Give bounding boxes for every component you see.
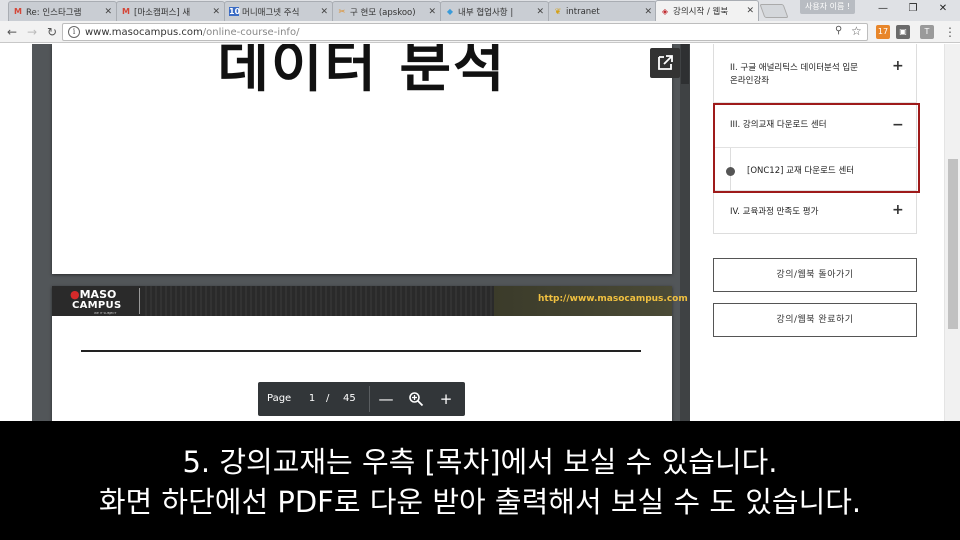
campus-logo: CAMPUS xyxy=(72,300,122,311)
tab-title: 내부 협업사항 | xyxy=(458,7,514,18)
extension-icon-2[interactable]: ▣ xyxy=(896,25,910,39)
intranet-icon: ❦ xyxy=(554,7,562,16)
toc-label: II. 구글 애널리틱스 데이터분석 입문온라인강좌 xyxy=(730,62,858,88)
banner-url: http://www.masocampus.com xyxy=(538,294,688,304)
toc-item-survey[interactable]: IV. 교육과정 만족도 평가 + xyxy=(714,191,916,233)
tab-active-course[interactable]: ◈ 강의시작 / 웹북 ✕ xyxy=(655,0,759,21)
gmail-icon: M xyxy=(14,7,22,16)
complete-course-button[interactable]: 강의/웹북 완료하기 xyxy=(713,303,917,337)
page-rule xyxy=(81,350,641,352)
page-slash: / xyxy=(326,393,330,404)
menu-icon[interactable]: ⋮ xyxy=(944,24,956,40)
close-icon[interactable]: ✕ xyxy=(212,7,220,17)
tab-strip: M Re: 인스타그램 ✕ M [마소캠퍼스] 새 ✕ 10 머니매그넷 주식 … xyxy=(0,0,960,21)
close-icon[interactable]: ✕ xyxy=(428,7,436,17)
zoom-icon[interactable]: ⚲ xyxy=(835,25,842,36)
page-number-input[interactable]: 1 xyxy=(305,393,319,404)
toc-label-line1: II. 구글 애널리틱스 데이터분석 입문 xyxy=(730,63,859,73)
back-arrow-icon[interactable]: ← xyxy=(4,24,20,40)
back-to-course-button[interactable]: 강의/웹북 돌아가기 xyxy=(713,258,917,292)
browser-window: M Re: 인스타그램 ✕ M [마소캠퍼스] 새 ✕ 10 머니매그넷 주식 … xyxy=(0,0,960,540)
tab-title: 구 현모 (apskoo) xyxy=(350,7,416,18)
tab-title: 머니매그넷 주식 xyxy=(242,7,300,18)
forward-arrow-icon[interactable]: → xyxy=(24,24,40,40)
page-total: 45 xyxy=(343,393,356,404)
window-close-icon[interactable]: ✕ xyxy=(928,0,958,18)
info-icon[interactable]: i xyxy=(68,26,80,38)
page-scroll-thumb[interactable] xyxy=(948,159,958,329)
tab-moneymagnet[interactable]: 10 머니매그넷 주식 ✕ xyxy=(224,1,333,21)
chat-icon: ◆ xyxy=(446,7,454,16)
extension-icon-3[interactable]: T xyxy=(920,25,934,39)
minimize-icon[interactable]: — xyxy=(868,0,898,18)
expand-plus-icon[interactable]: + xyxy=(892,203,904,217)
browser-toolbar: ← → ↻ i www.masocampus.com/online-course… xyxy=(0,21,960,43)
close-icon[interactable]: ✕ xyxy=(644,7,652,17)
restore-icon[interactable]: ❐ xyxy=(898,0,928,18)
toc-item-ga-course[interactable]: II. 구글 애널리틱스 데이터분석 입문온라인강좌 + xyxy=(714,44,916,103)
new-tab-button[interactable] xyxy=(759,4,789,18)
extension-icon-1[interactable]: 17 xyxy=(876,25,890,39)
maso-icon: ◈ xyxy=(661,6,669,16)
pdf-page-1: 데이터 분석 xyxy=(52,44,672,274)
close-icon[interactable]: ✕ xyxy=(746,6,754,16)
pdf-viewer-scrollbar[interactable] xyxy=(680,44,690,421)
tab-title: Re: 인스타그램 xyxy=(26,7,82,18)
toc-label-line2: 온라인강좌 xyxy=(730,76,770,86)
address-bar[interactable]: i www.masocampus.com/online-course-info/… xyxy=(62,23,868,41)
tab-apskoo[interactable]: ✂ 구 현모 (apskoo) ✕ xyxy=(332,1,441,21)
close-icon[interactable]: ✕ xyxy=(536,7,544,17)
pdf-scroll-thumb[interactable] xyxy=(681,44,689,84)
fit-zoom-icon[interactable] xyxy=(406,388,426,410)
close-icon[interactable]: ✕ xyxy=(104,7,112,17)
tab-intranet[interactable]: ❦ intranet ✕ xyxy=(548,1,657,21)
tab-title: [마소캠퍼스] 새 xyxy=(134,7,191,18)
url-text[interactable]: www.masocampus.com/online-course-info/ xyxy=(85,26,299,39)
pager-divider xyxy=(369,386,370,412)
calendar-icon: 10 xyxy=(229,7,241,16)
close-icon[interactable]: ✕ xyxy=(320,7,328,17)
popout-icon[interactable] xyxy=(650,48,680,78)
highlight-box xyxy=(713,103,920,193)
banner-divider xyxy=(139,288,140,314)
star-icon[interactable]: ☆ xyxy=(851,24,862,38)
url-path: /online-course-info/ xyxy=(202,27,300,38)
caption-line-2: 화면 하단에선 PDF로 다운 받아 출력해서 보실 수 도 있습니다. xyxy=(98,485,862,519)
tab-title: 강의시작 / 웹북 xyxy=(673,7,729,17)
expand-plus-icon[interactable]: + xyxy=(892,59,904,73)
gmail-icon: M xyxy=(122,7,130,16)
tools-icon: ✂ xyxy=(338,7,346,16)
zoom-in-icon[interactable]: + xyxy=(436,388,456,410)
page-label: Page xyxy=(267,393,292,404)
pdf-pager-toolbar: Page 1 / 45 — + xyxy=(258,382,465,416)
tab-gmail-1[interactable]: M Re: 인스타그램 ✕ xyxy=(8,1,117,21)
tutorial-caption: 5. 강의교재는 우측 [목차]에서 보실 수 있습니다. 화면 하단에선 PD… xyxy=(0,421,960,540)
reload-icon[interactable]: ↻ xyxy=(44,24,60,40)
pdf-heading: 데이터 분석 xyxy=(217,44,507,100)
caption-line-1: 5. 강의교재는 우측 [목차]에서 보실 수 있습니다. xyxy=(182,445,778,479)
url-host: www.masocampus.com xyxy=(85,27,203,38)
page-scrollbar[interactable] xyxy=(944,44,960,421)
page-content: 데이터 분석 ●MASO CAMPUS WE IT SUBJECT http:/… xyxy=(0,44,960,421)
tab-title: intranet xyxy=(566,6,600,17)
zoom-out-icon[interactable]: — xyxy=(376,388,396,410)
tab-collab[interactable]: ◆ 내부 협업사항 | ✕ xyxy=(440,1,549,21)
logo-tagline: WE IT SUBJECT xyxy=(94,311,117,315)
tab-gmail-2[interactable]: M [마소캠퍼스] 새 ✕ xyxy=(116,1,225,21)
user-badge[interactable]: 사용자 이름 ! xyxy=(800,0,856,14)
toc-label: IV. 교육과정 만족도 평가 xyxy=(730,207,819,217)
pdf-banner: ●MASO CAMPUS WE IT SUBJECT http://www.ma… xyxy=(52,286,688,316)
